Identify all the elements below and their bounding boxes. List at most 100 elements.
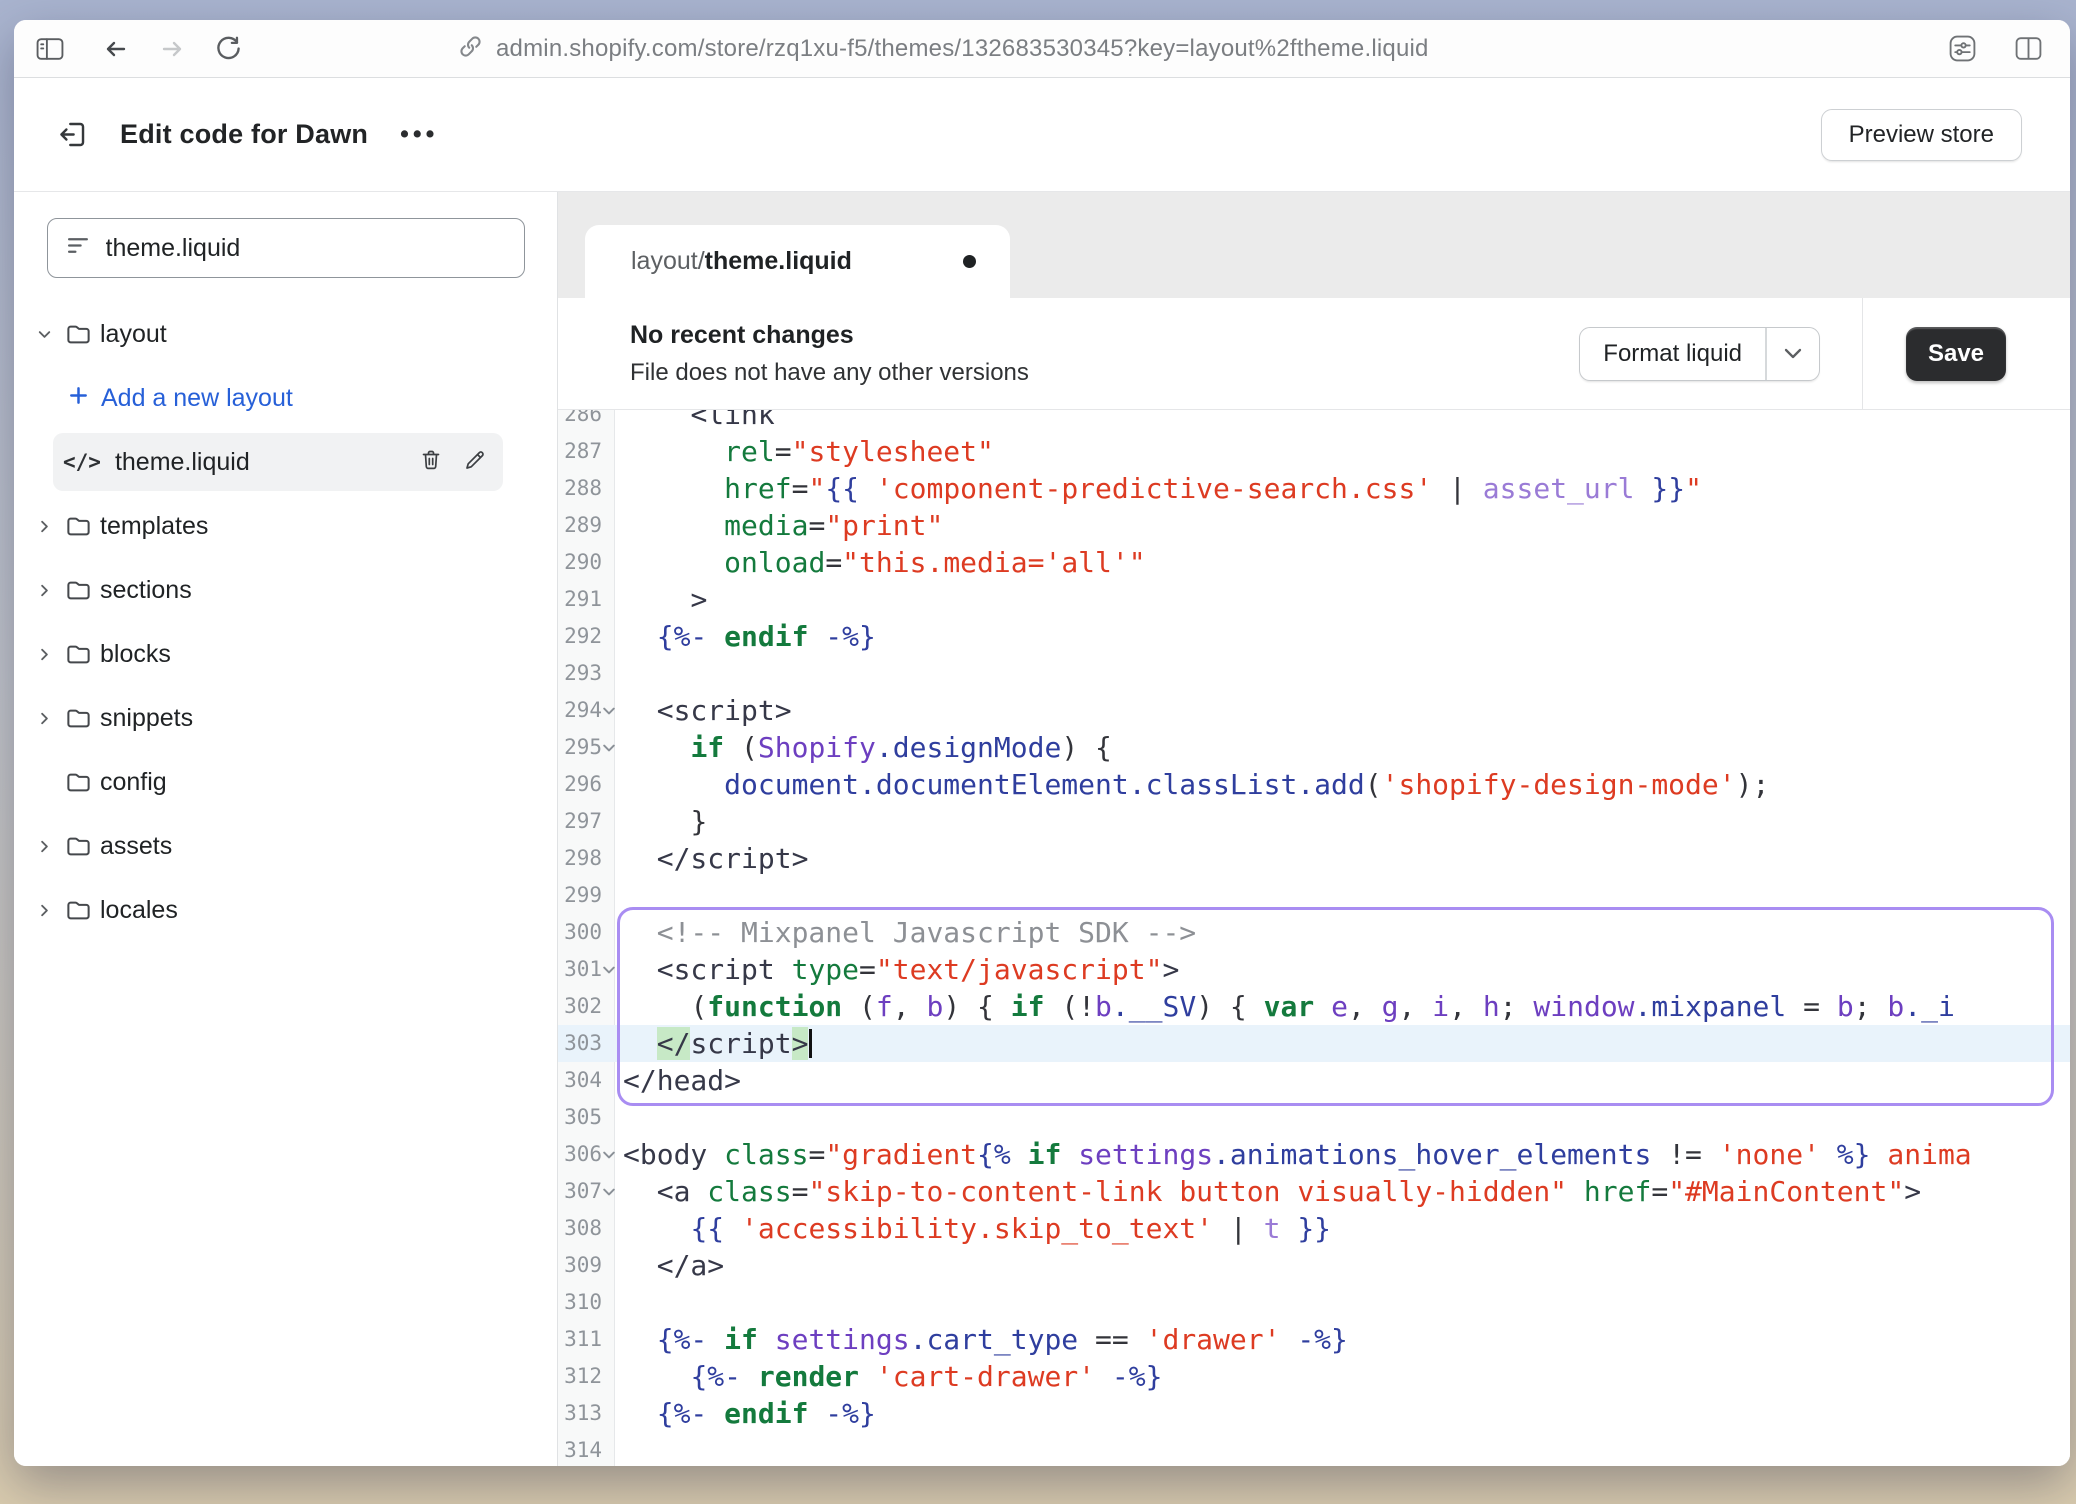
plus-icon (67, 384, 90, 412)
file-sidebar: layoutAdd a new layout</>theme.liquidtem… (14, 192, 558, 1466)
sidebar-item-layout[interactable]: layout (14, 302, 557, 366)
browser-sidebar-toggle-icon[interactable] (28, 27, 72, 71)
line-number: 291 (558, 581, 602, 618)
page-settings-icon[interactable] (1940, 27, 1984, 71)
code-line-308[interactable]: 308{{ 'accessibility.skip_to_text' | t }… (558, 1210, 2070, 1247)
code-line-295[interactable]: 295if (Shopify.designMode) { (558, 729, 2070, 766)
fold-chevron-icon[interactable] (602, 1136, 615, 1173)
sidebar-item-snippets[interactable]: snippets (14, 686, 557, 750)
tab-path-prefix: layout/ (631, 247, 705, 276)
chevron-right-icon[interactable] (35, 517, 65, 536)
code-line-290[interactable]: 290onload="this.media='all'" (558, 544, 2070, 581)
code-line-300[interactable]: 300<!-- Mixpanel Javascript SDK --> (558, 914, 2070, 951)
code-line-313[interactable]: 313{%- endif -%} (558, 1395, 2070, 1432)
code-line-287[interactable]: 287rel="stylesheet" (558, 433, 2070, 470)
code-text: document.documentElement.classList.add('… (615, 766, 1769, 803)
folder-icon (65, 833, 100, 860)
sidebar-item-theme-liquid-selected[interactable]: </>theme.liquid (53, 433, 503, 491)
code-line-312[interactable]: 312{%- render 'cart-drawer' -%} (558, 1358, 2070, 1395)
code-line-293[interactable]: 293 (558, 655, 2070, 692)
back-icon[interactable] (94, 27, 138, 71)
chevron-right-icon[interactable] (35, 901, 65, 920)
delete-file-icon[interactable] (419, 448, 443, 477)
fold-spacer (602, 1432, 615, 1466)
rename-file-icon[interactable] (463, 448, 487, 477)
page-title: Edit code for Dawn (120, 119, 368, 150)
chevron-right-icon[interactable] (35, 837, 65, 856)
sidebar-item-locales[interactable]: locales (14, 878, 557, 942)
code-line-303[interactable]: 303</script> (558, 1025, 2070, 1062)
code-line-291[interactable]: 291 > (558, 581, 2070, 618)
code-text: </script> (615, 840, 808, 877)
chevron-down-icon (1784, 348, 1802, 359)
code-text: <a class="skip-to-content-link button vi… (615, 1173, 1921, 1210)
folder-label: assets (100, 832, 172, 861)
code-line-310[interactable]: 310 (558, 1284, 2070, 1321)
forward-icon[interactable] (150, 27, 194, 71)
code-line-301[interactable]: 301<script type="text/javascript"> (558, 951, 2070, 988)
chevron-right-icon[interactable] (35, 645, 65, 664)
folder-icon (65, 577, 100, 604)
search-input[interactable] (106, 234, 506, 263)
sidebar-item-add-a-new-layout[interactable]: Add a new layout (14, 366, 557, 430)
fold-spacer (602, 766, 615, 803)
chevron-right-icon[interactable] (35, 709, 65, 728)
split-view-icon[interactable] (2006, 27, 2050, 71)
code-lines: 286<link287rel="stylesheet"288href="{{ '… (558, 410, 2070, 1466)
fold-chevron-icon[interactable] (602, 692, 615, 729)
fold-spacer (602, 1099, 615, 1136)
preview-store-button[interactable]: Preview store (1821, 109, 2022, 161)
code-text: <script type="text/javascript"> (615, 951, 1179, 988)
reload-icon[interactable] (206, 27, 250, 71)
code-line-314[interactable]: 314 (558, 1432, 2070, 1466)
fold-spacer (602, 507, 615, 544)
code-line-294[interactable]: 294<script> (558, 692, 2070, 729)
line-number: 304 (558, 1062, 602, 1099)
code-line-304[interactable]: 304</head> (558, 1062, 2070, 1099)
file-search-field[interactable] (47, 218, 525, 278)
code-line-299[interactable]: 299 (558, 877, 2070, 914)
editor-header: No recent changes File does not have any… (558, 298, 2070, 410)
code-line-309[interactable]: 309</a> (558, 1247, 2070, 1284)
code-line-305[interactable]: 305 (558, 1099, 2070, 1136)
unsaved-dot (963, 255, 976, 268)
code-line-302[interactable]: 302(function (f, b) { if (!b.__SV) { var… (558, 988, 2070, 1025)
save-button[interactable]: Save (1906, 327, 2006, 381)
code-line-306[interactable]: 306<body class="gradient{% if settings.a… (558, 1136, 2070, 1173)
code-text: > (615, 581, 707, 618)
code-line-289[interactable]: 289media="print" (558, 507, 2070, 544)
fold-chevron-icon[interactable] (602, 1173, 615, 1210)
code-line-298[interactable]: 298</script> (558, 840, 2070, 877)
code-line-311[interactable]: 311{%- if settings.cart_type == 'drawer'… (558, 1321, 2070, 1358)
tab-file-name: theme.liquid (705, 247, 852, 276)
sidebar-item-assets[interactable]: assets (14, 814, 557, 878)
sidebar-item-blocks[interactable]: blocks (14, 622, 557, 686)
code-line-286[interactable]: 286<link (558, 410, 2070, 433)
address-bar[interactable]: admin.shopify.com/store/rzq1xu-f5/themes… (458, 20, 1429, 77)
code-line-307[interactable]: 307<a class="skip-to-content-link button… (558, 1173, 2070, 1210)
fold-spacer (602, 1284, 615, 1321)
code-text: </a> (615, 1247, 724, 1284)
code-line-292[interactable]: 292{%- endif -%} (558, 618, 2070, 655)
fold-chevron-icon[interactable] (602, 729, 615, 766)
tab-theme-liquid[interactable]: layout/theme.liquid (585, 225, 1010, 298)
format-options-button[interactable] (1767, 328, 1819, 380)
code-line-288[interactable]: 288href="{{ 'component-predictive-search… (558, 470, 2070, 507)
fold-chevron-icon[interactable] (602, 951, 615, 988)
code-line-297[interactable]: 297} (558, 803, 2070, 840)
sidebar-item-config[interactable]: config (14, 750, 557, 814)
code-text: {%- if settings.cart_type == 'drawer' -%… (615, 1321, 1348, 1358)
line-number: 289 (558, 507, 602, 544)
chevron-down-icon[interactable] (35, 325, 65, 344)
code-editor[interactable]: 286<link287rel="stylesheet"288href="{{ '… (558, 410, 2070, 1466)
format-liquid-button[interactable]: Format liquid (1580, 328, 1765, 380)
exit-code-editor-icon[interactable] (50, 113, 94, 157)
sidebar-item-sections[interactable]: sections (14, 558, 557, 622)
chevron-right-icon[interactable] (35, 581, 65, 600)
code-line-296[interactable]: 296document.documentElement.classList.ad… (558, 766, 2070, 803)
line-number: 305 (558, 1099, 602, 1136)
line-number: 293 (558, 655, 602, 692)
sidebar-item-templates[interactable]: templates (14, 494, 557, 558)
fold-spacer (602, 1358, 615, 1395)
overflow-menu-button[interactable]: ••• (400, 120, 438, 149)
